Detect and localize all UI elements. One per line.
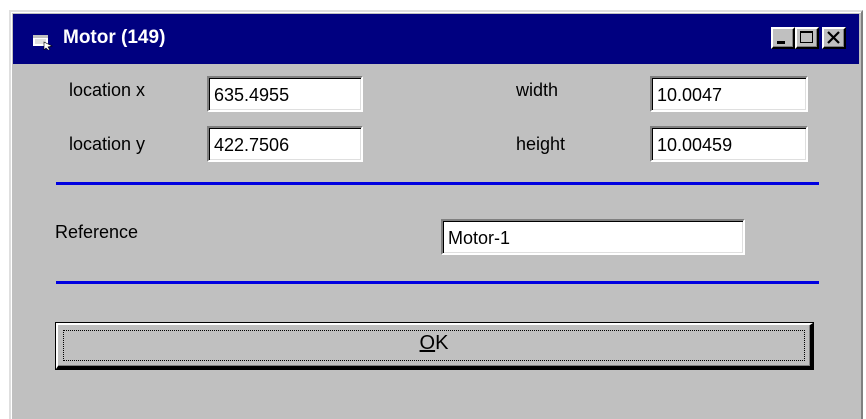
title-bar[interactable]: Motor (149) <box>13 14 859 64</box>
ok-mnemonic: O <box>419 332 436 354</box>
maximize-icon <box>800 31 813 43</box>
reference-label: Reference <box>55 222 139 242</box>
location-x-field[interactable]: 635.4955 <box>207 76 363 112</box>
minimize-icon <box>777 41 785 44</box>
close-button[interactable] <box>822 27 846 49</box>
maximize-button[interactable] <box>795 27 819 49</box>
width-field[interactable]: 10.0047 <box>650 76 808 112</box>
height-field[interactable]: 10.00459 <box>650 126 808 162</box>
location-y-field[interactable]: 422.7506 <box>207 126 363 162</box>
close-icon <box>827 31 840 44</box>
width-label: width <box>516 80 559 100</box>
window-title: Motor (149) <box>63 27 166 48</box>
app-window-icon <box>33 35 53 50</box>
location-y-label: location y <box>69 134 146 154</box>
location-x-label: location x <box>69 80 146 100</box>
reference-field[interactable]: Motor-1 <box>441 219 745 255</box>
height-label: height <box>516 134 566 154</box>
section-divider-top <box>56 182 819 185</box>
ok-button-label: OK <box>420 332 449 354</box>
minimize-button[interactable] <box>771 27 795 49</box>
ok-rest: K <box>435 332 449 354</box>
ok-button[interactable]: OK <box>56 323 813 369</box>
motor-dialog-window: Motor (149) location x 635.4955 location… <box>9 10 863 419</box>
section-divider-bottom <box>56 281 819 284</box>
